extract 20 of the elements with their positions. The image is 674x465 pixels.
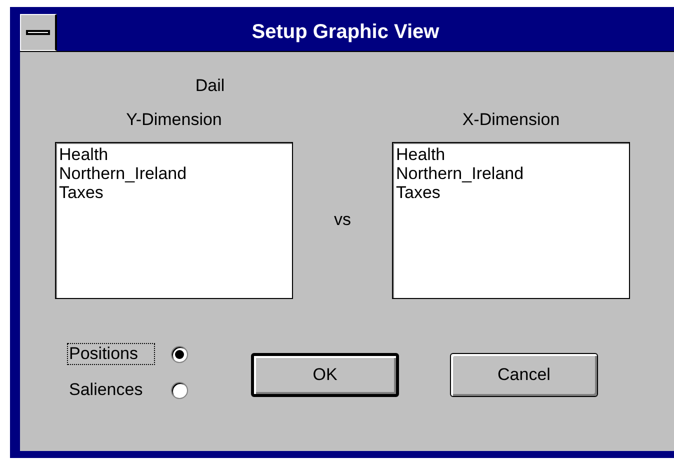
y-dimension-list[interactable]: Health Northern_Ireland Taxes (55, 142, 293, 299)
x-dimension-label: X-Dimension (461, 110, 561, 131)
window-title: Setup Graphic View (250, 20, 440, 45)
x-dimension-list[interactable]: Health Northern_Ireland Taxes (392, 142, 630, 299)
radio-button[interactable] (171, 346, 188, 362)
list-item[interactable]: Health (59, 145, 289, 164)
vs-label: vs (334, 210, 351, 230)
y-dimension-label: Y-Dimension (125, 110, 223, 131)
radio-label[interactable]: Saliences (67, 379, 155, 401)
cancel-button[interactable]: Cancel (450, 353, 598, 397)
radio-label[interactable]: Positions (67, 343, 155, 365)
ok-button[interactable]: OK (251, 353, 399, 397)
list-item[interactable]: Taxes (396, 183, 626, 202)
radio-button[interactable] (171, 382, 188, 398)
list-item[interactable]: Northern_Ireland (396, 164, 626, 183)
list-item[interactable]: Northern_Ireland (59, 164, 289, 183)
list-item[interactable]: Health (396, 145, 626, 164)
list-item[interactable]: Taxes (59, 183, 289, 202)
view-heading: Dail (195, 76, 225, 95)
system-menu-button[interactable] (20, 14, 57, 51)
